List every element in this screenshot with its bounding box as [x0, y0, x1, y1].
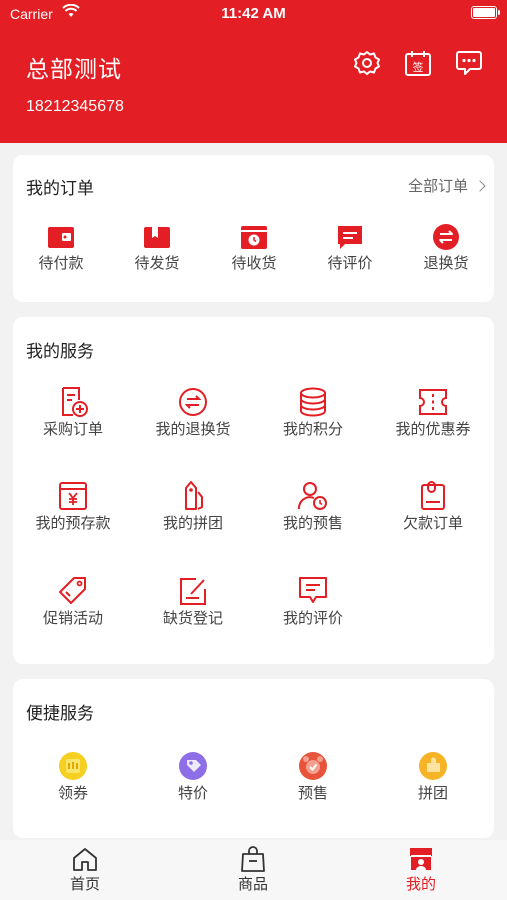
group-puzzle-icon: [373, 750, 493, 782]
service-label: 缺货登记: [162, 609, 223, 627]
review-icon: [253, 575, 373, 607]
service-my-points[interactable]: 我的积分: [253, 386, 373, 439]
quick-group-buy[interactable]: 拼团: [373, 750, 493, 803]
order-status-label: 待评价: [327, 254, 373, 272]
debt-clipboard-icon: [373, 480, 493, 512]
order-pending-payment[interactable]: 待付款: [21, 222, 101, 273]
service-label: 我的拼团: [162, 514, 223, 532]
order-pending-review[interactable]: 待评价: [310, 222, 390, 273]
order-pending-shipment[interactable]: 待发货: [117, 222, 197, 273]
quick-special-price[interactable]: 特价: [133, 750, 253, 803]
tab-label: 商品: [237, 875, 268, 893]
wallet-icon: [21, 222, 101, 252]
quick-services-card: 便捷服务 领券 特价 预售 拼团: [13, 679, 494, 838]
service-my-coupons[interactable]: 我的优惠券: [373, 386, 493, 439]
quick-label: 拼团: [417, 784, 448, 802]
service-label: 我的预存款: [35, 514, 111, 532]
service-label: 欠款订单: [402, 514, 463, 532]
all-orders-link[interactable]: 全部订单: [407, 175, 486, 196]
order-status-label: 待付款: [38, 254, 84, 272]
comment-icon: [310, 222, 390, 252]
service-label: 我的预售: [282, 514, 343, 532]
service-label: 促销活动: [42, 609, 103, 627]
service-label: 我的退换货: [155, 420, 231, 438]
services-title: 我的服务: [26, 342, 94, 362]
package-icon: [117, 222, 197, 252]
delivery-clock-icon: [214, 222, 294, 252]
order-status-label: 退换货: [423, 254, 469, 272]
tab-home[interactable]: 首页: [45, 846, 125, 894]
order-status-label: 待发货: [134, 254, 180, 272]
presale-alarm-icon: [253, 750, 373, 782]
service-purchase-order[interactable]: 采购订单: [13, 386, 133, 439]
quick-label: 特价: [177, 784, 208, 802]
tab-label: 首页: [69, 875, 100, 893]
quick-get-coupons[interactable]: 领券: [13, 750, 133, 803]
tab-mine[interactable]: 我的: [381, 846, 461, 894]
order-status-label: 待收货: [231, 254, 277, 272]
profile-header: Carrier 11:42 AM 总部测试 18212345678 签: [0, 0, 507, 143]
presale-user-icon: [253, 480, 373, 512]
deposit-icon: [13, 480, 133, 512]
tab-products[interactable]: 商品: [213, 846, 293, 894]
coupon-icon: [373, 386, 493, 418]
service-label: 我的评价: [282, 609, 343, 627]
service-my-presale[interactable]: 我的预售: [253, 480, 373, 533]
coupon-bubble-icon: [13, 750, 133, 782]
service-my-returns[interactable]: 我的退换货: [133, 386, 253, 439]
quick-label: 预售: [297, 784, 328, 802]
service-my-group-buy[interactable]: 我的拼团: [133, 480, 253, 533]
bag-icon: [213, 846, 293, 872]
phone-number: 18212345678: [26, 98, 124, 115]
register-edit-icon: [133, 575, 253, 607]
tab-label: 我的: [405, 875, 436, 893]
service-label: 我的优惠券: [395, 420, 471, 438]
service-debt-orders[interactable]: 欠款订单: [373, 480, 493, 533]
home-icon: [45, 846, 125, 872]
service-label: 我的积分: [282, 420, 343, 438]
special-price-icon: [133, 750, 253, 782]
message-icon[interactable]: [454, 48, 484, 78]
service-my-reviews[interactable]: 我的评价: [253, 575, 373, 628]
svg-text:签: 签: [413, 60, 424, 74]
service-stockout-register[interactable]: 缺货登记: [133, 575, 253, 628]
order-pending-receipt[interactable]: 待收货: [214, 222, 294, 273]
coins-icon: [253, 386, 373, 418]
shop-user-icon: [381, 846, 461, 872]
sign-in-calendar-icon[interactable]: 签: [403, 48, 433, 78]
quick-title: 便捷服务: [26, 704, 94, 724]
my-orders-card: 我的订单 全部订单 待付款 待发货 待收货 待评价 退换货: [13, 155, 494, 302]
group-tag-icon: [133, 480, 253, 512]
exchange-icon: [133, 386, 253, 418]
chevron-right-icon: [474, 179, 486, 192]
service-promotions[interactable]: 促销活动: [13, 575, 133, 628]
service-my-deposit[interactable]: 我的预存款: [13, 480, 133, 533]
service-label: 采购订单: [42, 420, 103, 438]
bottom-tab-bar: 首页 商品 我的: [0, 840, 507, 900]
quick-label: 领券: [57, 784, 88, 802]
all-orders-label: 全部订单: [407, 177, 468, 195]
shop-name: 总部测试: [26, 57, 122, 83]
settings-gear-icon[interactable]: [352, 48, 382, 78]
status-time: 11:42 AM: [221, 5, 286, 22]
battery-icon: [471, 6, 500, 19]
my-services-card: 我的服务 采购订单 我的退换货 我的积分 我的优惠券 我的预存款 我的拼团 我的…: [13, 317, 494, 664]
promo-tag-icon: [13, 575, 133, 607]
orders-title: 我的订单: [26, 179, 94, 199]
purchase-order-icon: [13, 386, 133, 418]
exchange-icon: [406, 222, 486, 252]
quick-presale[interactable]: 预售: [253, 750, 373, 803]
order-returns[interactable]: 退换货: [406, 222, 486, 273]
status-bar: Carrier 11:42 AM: [0, 0, 507, 28]
